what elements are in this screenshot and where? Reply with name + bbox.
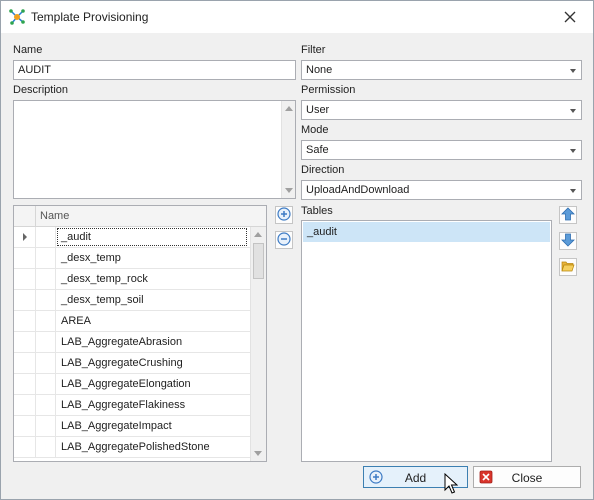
row-indicator[interactable]: [14, 395, 36, 415]
scroll-down-arrow-icon[interactable]: [254, 451, 262, 456]
open-folder-button[interactable]: [559, 258, 577, 276]
table-name-cell[interactable]: LAB_AggregateFlakiness: [56, 395, 248, 415]
scroll-thumb[interactable]: [253, 243, 264, 279]
table-row[interactable]: LAB_AggregateCrushing: [14, 353, 250, 374]
table-row[interactable]: LAB_AggregateAbrasion: [14, 332, 250, 353]
grid-body: _audit _desx_temp _desx_temp_rock _desx_tem…: [14, 227, 250, 458]
row-indicator[interactable]: [14, 290, 36, 310]
column-header-name[interactable]: Name: [36, 206, 248, 227]
table-row[interactable]: _desx_temp_soil: [14, 290, 250, 311]
row-spacer: [36, 269, 56, 289]
window-title: Template Provisioning: [31, 10, 149, 24]
table-row[interactable]: _desx_temp: [14, 248, 250, 269]
table-name-cell[interactable]: LAB_AggregateImpact: [56, 416, 248, 436]
description-label: Description: [13, 84, 69, 96]
grid-header: Name: [14, 206, 266, 227]
filter-select[interactable]: None: [301, 60, 582, 80]
row-spacer: [36, 395, 56, 415]
mode-select[interactable]: Safe: [301, 140, 582, 160]
mode-label: Mode: [301, 124, 329, 136]
row-indicator[interactable]: [14, 437, 36, 457]
table-row[interactable]: LAB_AggregateFlakiness: [14, 395, 250, 416]
table-name-cell[interactable]: LAB_AggregatePolishedStone: [56, 437, 248, 457]
row-spacer: [36, 290, 56, 310]
table-name-cell[interactable]: _desx_temp: [56, 248, 248, 268]
scroll-down-arrow-icon[interactable]: [285, 188, 293, 193]
row-spacer: [36, 248, 56, 268]
scroll-up-arrow-icon[interactable]: [254, 232, 262, 237]
table-row[interactable]: LAB_AggregateImpact: [14, 416, 250, 437]
table-name-cell[interactable]: _audit: [56, 227, 248, 247]
mode-value: Safe: [306, 144, 329, 156]
table-row[interactable]: LAB_AggregatePolishedStone: [14, 437, 250, 458]
table-name-cell[interactable]: _desx_temp_soil: [56, 290, 248, 310]
permission-value: User: [306, 104, 330, 116]
chevron-down-icon: [570, 69, 576, 73]
arrow-up-icon: [561, 206, 575, 224]
direction-label: Direction: [301, 164, 345, 176]
current-row-arrow-icon: [23, 233, 27, 241]
tables-list[interactable]: _audit: [301, 220, 552, 462]
move-down-button[interactable]: [559, 232, 577, 250]
description-scrollbar[interactable]: [281, 101, 295, 198]
network-node-icon: [9, 9, 25, 25]
move-up-button[interactable]: [559, 206, 577, 224]
available-tables-grid[interactable]: Name _audit _desx_temp _desx_temp_rock _des…: [13, 205, 267, 462]
filter-value: None: [306, 64, 333, 76]
table-row[interactable]: _audit: [14, 227, 250, 248]
row-indicator[interactable]: [14, 269, 36, 289]
table-row[interactable]: AREA: [14, 311, 250, 332]
add-table-button[interactable]: [275, 206, 293, 224]
close-button[interactable]: Close: [473, 466, 581, 488]
grid-scrollbar[interactable]: [250, 227, 266, 461]
row-spacer: [36, 437, 56, 457]
chevron-down-icon: [570, 189, 576, 193]
row-indicator[interactable]: [14, 416, 36, 436]
tables-label: Tables: [301, 205, 333, 217]
permission-label: Permission: [301, 84, 356, 96]
row-indicator[interactable]: [14, 353, 36, 373]
row-spacer: [36, 374, 56, 394]
table-name-cell[interactable]: LAB_AggregateCrushing: [56, 353, 248, 373]
mouse-pointer-icon: [444, 472, 459, 495]
tables-list-item[interactable]: _audit: [303, 222, 550, 242]
row-indicator[interactable]: [14, 374, 36, 394]
close-button-label: Close: [511, 471, 543, 485]
row-spacer: [36, 227, 56, 247]
row-spacer: [36, 311, 56, 331]
folder-open-icon: [561, 259, 575, 276]
dialog-window: Template Provisioning Name AUDIT Descrip…: [0, 0, 594, 500]
permission-select[interactable]: User: [301, 100, 582, 120]
table-name-cell[interactable]: LAB_AggregateElongation: [56, 374, 248, 394]
grid-indicator-header: [14, 206, 36, 227]
table-name-cell[interactable]: AREA: [56, 311, 248, 331]
row-spacer: [36, 416, 56, 436]
filter-label: Filter: [301, 44, 326, 56]
row-indicator[interactable]: [14, 332, 36, 352]
description-field[interactable]: [13, 100, 296, 199]
table-name-cell[interactable]: _desx_temp_rock: [56, 269, 248, 289]
remove-table-button[interactable]: [275, 231, 293, 249]
close-icon[interactable]: [555, 5, 585, 29]
name-field[interactable]: AUDIT: [13, 60, 296, 80]
chevron-down-icon: [570, 109, 576, 113]
row-spacer: [36, 332, 56, 352]
row-indicator[interactable]: [14, 248, 36, 268]
row-spacer: [36, 353, 56, 373]
direction-select[interactable]: UploadAndDownload: [301, 180, 582, 200]
row-indicator[interactable]: [14, 227, 36, 247]
title-bar: Template Provisioning: [1, 1, 593, 33]
scroll-up-arrow-icon[interactable]: [285, 106, 293, 111]
direction-value: UploadAndDownload: [306, 184, 410, 196]
table-row[interactable]: _desx_temp_rock: [14, 269, 250, 290]
table-row[interactable]: LAB_AggregateElongation: [14, 374, 250, 395]
row-indicator[interactable]: [14, 311, 36, 331]
chevron-down-icon: [570, 149, 576, 153]
table-name-cell[interactable]: LAB_AggregateAbrasion: [56, 332, 248, 352]
name-label: Name: [13, 44, 43, 56]
plus-circle-icon: [277, 206, 291, 224]
minus-circle-icon: [277, 231, 291, 249]
arrow-down-icon: [561, 233, 575, 250]
